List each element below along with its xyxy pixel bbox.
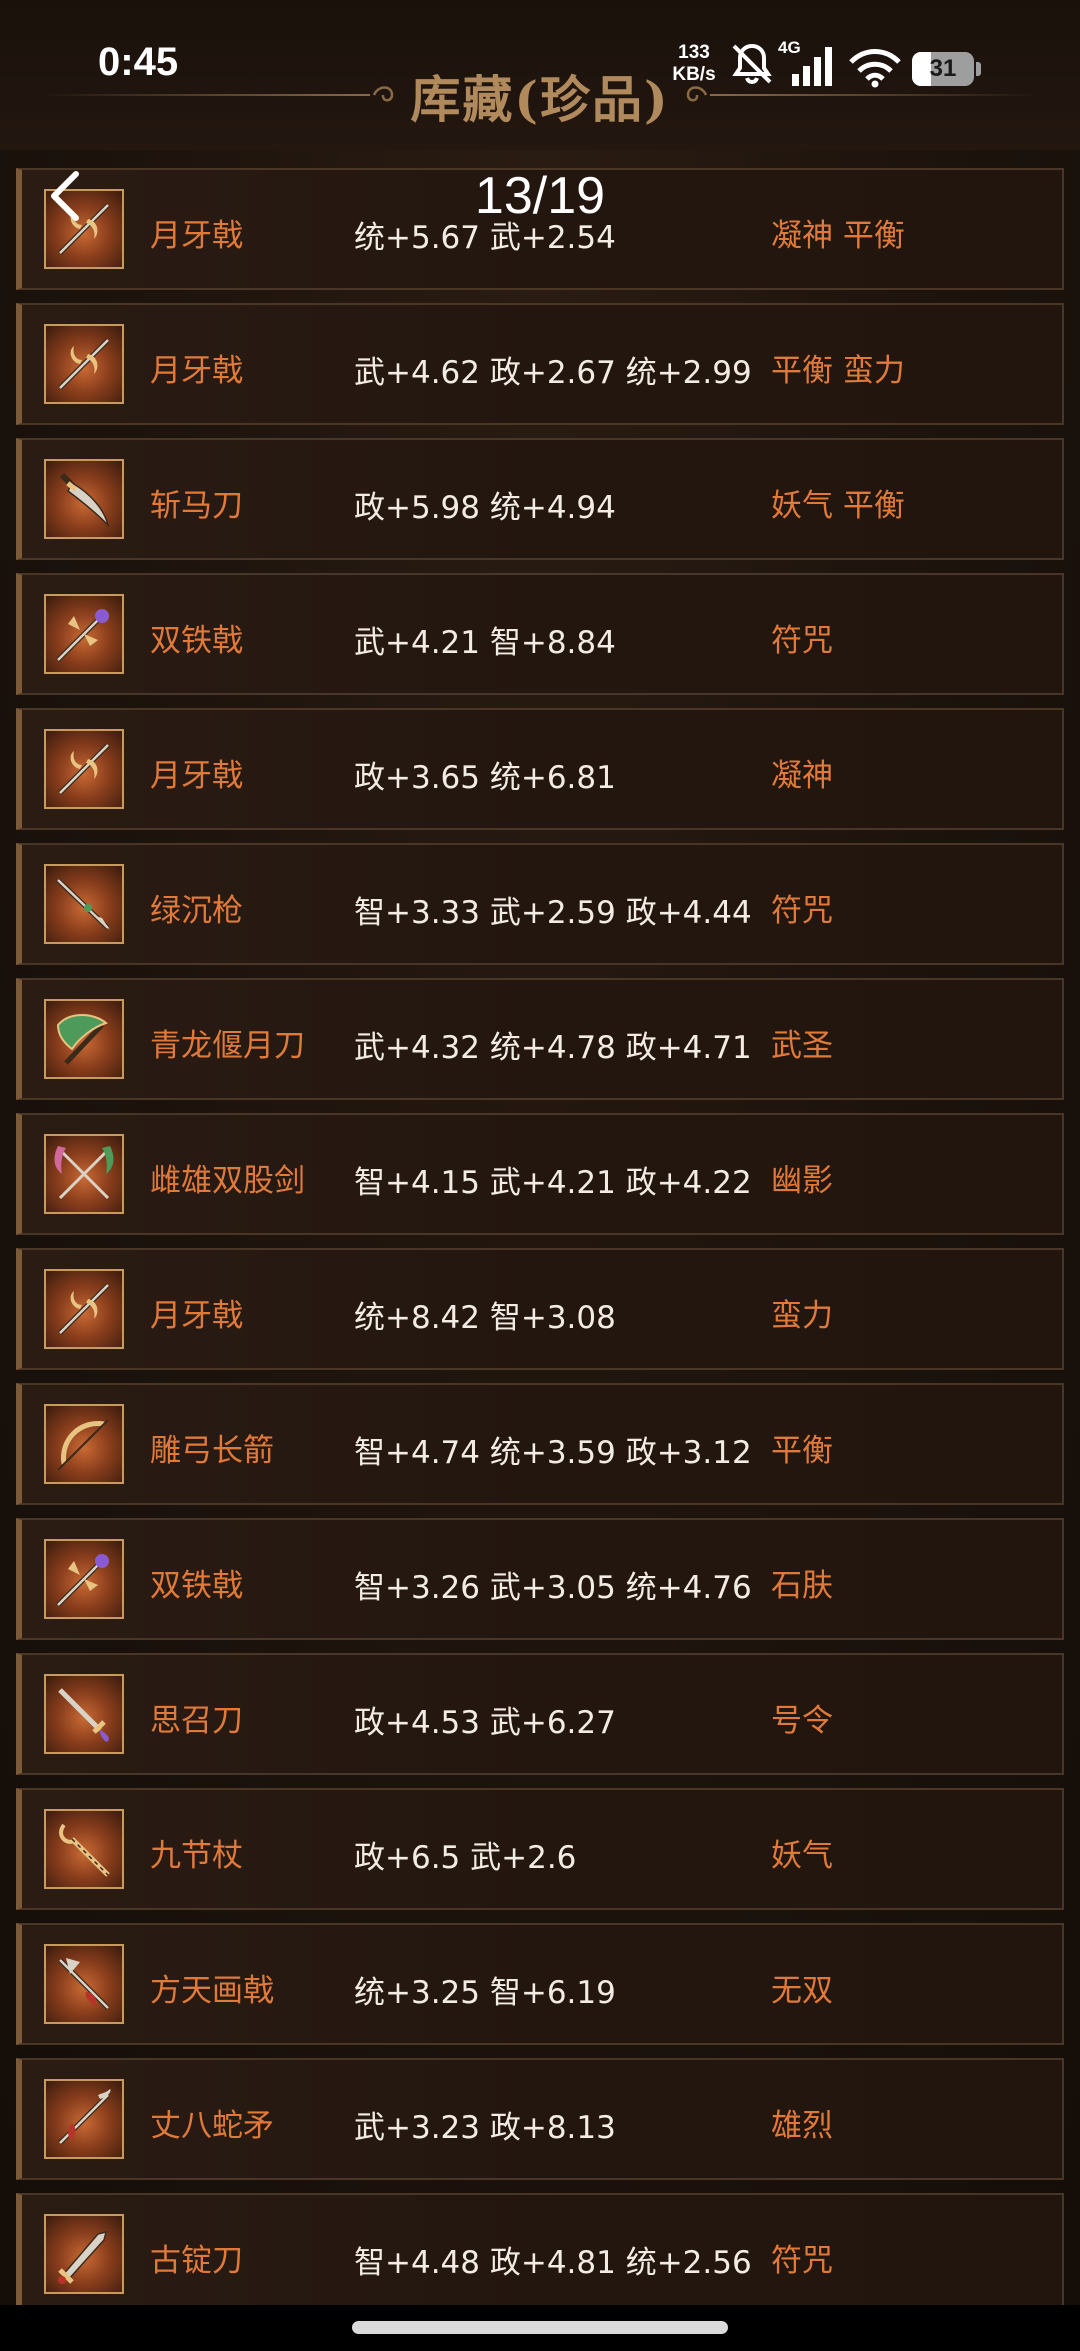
item-stats: 武+3.23 政+8.13 [354, 2110, 616, 2146]
list-item[interactable]: 思召刀 政+4.53 武+6.27 号令 [16, 1653, 1064, 1775]
item-traits: 蛮力 [771, 1298, 833, 1334]
item-icon-frame [44, 864, 124, 944]
item-traits: 符咒 [771, 893, 833, 929]
item-stats: 智+4.15 武+4.21 政+4.22 [354, 1165, 752, 1201]
item-stats: 政+3.65 统+6.81 [354, 760, 616, 796]
inventory-screen: 0:45 133 KB/s 4G 31 库藏(珍品) 13/19 月牙戟 统+5… [0, 0, 1080, 2351]
navigation-bar [0, 2305, 1080, 2351]
item-name: 青龙偃月刀 [150, 1028, 305, 1064]
item-traits: 武圣 [771, 1028, 833, 1064]
mute-bell-icon [732, 43, 772, 85]
item-icon-frame [44, 1404, 124, 1484]
item-name: 思召刀 [150, 1703, 243, 1739]
item-icon-frame [44, 459, 124, 539]
item-stats: 政+4.53 武+6.27 [354, 1705, 616, 1741]
page-title: 库藏(珍品) [410, 70, 670, 129]
item-icon-frame [44, 594, 124, 674]
list-item[interactable]: 青龙偃月刀 武+4.32 统+4.78 政+4.71 武圣 [16, 978, 1064, 1100]
list-item[interactable]: 雌雄双股剑 智+4.15 武+4.21 政+4.22 幽影 [16, 1113, 1064, 1235]
list-item[interactable]: 雕弓长箭 智+4.74 统+3.59 政+3.12 平衡 [16, 1383, 1064, 1505]
item-traits: 符咒 [771, 623, 833, 659]
item-name: 月牙戟 [150, 758, 243, 794]
item-traits: 符咒 [771, 2243, 833, 2279]
item-name: 方天画戟 [150, 1973, 274, 2009]
home-indicator[interactable] [352, 2321, 728, 2334]
item-name: 雕弓长箭 [150, 1433, 274, 1469]
item-traits: 平衡 蛮力 [771, 353, 905, 389]
item-name: 双铁戟 [150, 623, 243, 659]
title-ornament-right [710, 94, 1040, 96]
back-arrow-icon[interactable] [36, 160, 96, 230]
list-item[interactable]: 绿沉枪 智+3.33 武+2.59 政+4.44 符咒 [16, 843, 1064, 965]
item-traits: 凝神 平衡 [771, 218, 905, 254]
item-name: 月牙戟 [150, 218, 243, 254]
status-time: 0:45 [98, 40, 179, 84]
item-icon-frame [44, 1944, 124, 2024]
item-traits: 石肤 [771, 1568, 833, 1604]
item-traits: 号令 [771, 1703, 833, 1739]
item-stats: 智+4.74 统+3.59 政+3.12 [354, 1435, 752, 1471]
list-item[interactable]: 双铁戟 智+3.26 武+3.05 统+4.76 石肤 [16, 1518, 1064, 1640]
list-item[interactable]: 九节杖 政+6.5 武+2.6 妖气 [16, 1788, 1064, 1910]
item-name: 月牙戟 [150, 1298, 243, 1334]
item-name: 雌雄双股剑 [150, 1163, 305, 1199]
battery-icon: 31 [912, 52, 981, 86]
item-traits: 凝神 [771, 758, 833, 794]
item-traits: 幽影 [771, 1163, 833, 1199]
item-icon-frame [44, 1674, 124, 1754]
item-icon-frame [44, 2079, 124, 2159]
item-traits: 妖气 [771, 1838, 833, 1874]
item-traits: 雄烈 [771, 2108, 833, 2144]
list-item[interactable]: 丈八蛇矛 武+3.23 政+8.13 雄烈 [16, 2058, 1064, 2180]
item-name: 斩马刀 [150, 488, 243, 524]
item-stats: 智+3.33 武+2.59 政+4.44 [354, 895, 752, 931]
wifi-icon [849, 49, 901, 88]
item-name: 古锭刀 [150, 2243, 243, 2279]
cell-signal-icon [792, 47, 832, 86]
item-stats: 统+8.42 智+3.08 [354, 1300, 616, 1336]
item-traits: 无双 [771, 1973, 833, 2009]
item-icon-frame [44, 1134, 124, 1214]
item-name: 月牙戟 [150, 353, 243, 389]
item-stats: 政+5.98 统+4.94 [354, 490, 616, 526]
item-name: 双铁戟 [150, 1568, 243, 1604]
ornament-swirl-icon [686, 86, 708, 102]
item-icon-frame [44, 729, 124, 809]
list-item[interactable]: 古锭刀 智+4.48 政+4.81 统+2.56 符咒 [16, 2193, 1064, 2315]
item-icon-frame [44, 1809, 124, 1889]
item-stats: 政+6.5 武+2.6 [354, 1840, 577, 1876]
battery-level: 31 [929, 55, 957, 82]
item-traits: 妖气 平衡 [771, 488, 905, 524]
scroll-position-indicator: 13/19 [474, 167, 606, 225]
item-name: 丈八蛇矛 [150, 2108, 274, 2144]
item-stats: 智+3.26 武+3.05 统+4.76 [354, 1570, 752, 1606]
list-item[interactable]: 月牙戟 武+4.62 政+2.67 统+2.99 平衡 蛮力 [16, 303, 1064, 425]
item-icon-frame [44, 999, 124, 1079]
list-item[interactable]: 月牙戟 统+8.42 智+3.08 蛮力 [16, 1248, 1064, 1370]
status-bar: 0:45 133 KB/s 4G 31 库藏(珍品) [0, 0, 1080, 150]
list-item[interactable]: 方天画戟 统+3.25 智+6.19 无双 [16, 1923, 1064, 2045]
title-ornament-left [40, 94, 370, 96]
item-traits: 平衡 [771, 1433, 833, 1469]
list-item[interactable]: 月牙戟 政+3.65 统+6.81 凝神 [16, 708, 1064, 830]
list-item[interactable]: 双铁戟 武+4.21 智+8.84 符咒 [16, 573, 1064, 695]
item-stats: 武+4.21 智+8.84 [354, 625, 616, 661]
item-stats: 武+4.62 政+2.67 统+2.99 [354, 355, 752, 391]
item-icon-frame [44, 1539, 124, 1619]
item-stats: 武+4.32 统+4.78 政+4.71 [354, 1030, 752, 1066]
list-item[interactable]: 斩马刀 政+5.98 统+4.94 妖气 平衡 [16, 438, 1064, 560]
item-stats: 智+4.48 政+4.81 统+2.56 [354, 2245, 752, 2281]
item-icon-frame [44, 1269, 124, 1349]
item-icon-frame [44, 324, 124, 404]
item-icon-frame [44, 2214, 124, 2294]
item-name: 九节杖 [150, 1838, 243, 1874]
item-stats: 统+3.25 智+6.19 [354, 1975, 616, 2011]
item-name: 绿沉枪 [150, 893, 243, 929]
